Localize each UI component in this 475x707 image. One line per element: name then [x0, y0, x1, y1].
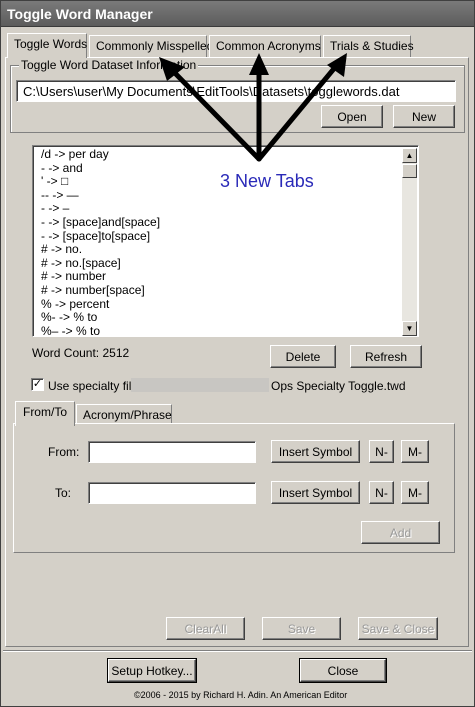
- tab-label: Acronym/Phrase: [83, 408, 172, 422]
- tab-toggle-words[interactable]: Toggle Words: [7, 33, 87, 58]
- tab-label: From/To: [22, 405, 67, 419]
- arrowhead-icon: [249, 53, 269, 75]
- from-input[interactable]: [88, 441, 256, 463]
- new-tabs-annotation: 3 New Tabs: [220, 171, 314, 191]
- list-item[interactable]: - -> [space]to[space]: [41, 229, 160, 244]
- close-button[interactable]: Close: [299, 658, 387, 683]
- arrow-to-trials-studies: [256, 62, 340, 162]
- list-item[interactable]: %- -> % to: [41, 311, 160, 325]
- refresh-button[interactable]: Refresh: [350, 345, 422, 368]
- clear-all-button[interactable]: ClearAll: [166, 617, 245, 640]
- m-minus-from-button[interactable]: M-: [401, 440, 429, 463]
- from-label: From:: [48, 445, 80, 459]
- to-input[interactable]: [88, 482, 256, 504]
- insert-symbol-from-button[interactable]: Insert Symbol: [271, 440, 360, 463]
- word-count: Word Count: 2512: [32, 346, 130, 360]
- add-button[interactable]: Add: [361, 521, 440, 544]
- specialty-file-label: Use specialty file:: [48, 379, 142, 393]
- n-minus-to-button[interactable]: N-: [369, 481, 394, 504]
- list-item[interactable]: % -> percent: [41, 297, 160, 312]
- scroll-down-arrow-icon[interactable]: ▼: [402, 321, 417, 336]
- save-and-close-button[interactable]: Save & Close: [358, 617, 438, 640]
- delete-button[interactable]: Delete: [270, 345, 336, 368]
- specialty-file-checkbox[interactable]: ✓: [31, 378, 44, 391]
- m-minus-to-button[interactable]: M-: [401, 481, 429, 504]
- list-item[interactable]: - -> –: [41, 202, 160, 216]
- specialty-file-name: Ops Specialty Toggle.twd: [271, 379, 406, 393]
- toggle-word-manager-window: Toggle Word Manager Toggle Words Commonl…: [0, 0, 475, 707]
- tab-from-to[interactable]: From/To: [15, 401, 75, 426]
- list-item[interactable]: %– -> % to: [41, 324, 160, 336]
- footer-separator: [3, 650, 472, 652]
- list-item[interactable]: # -> number[space]: [41, 283, 160, 298]
- list-item[interactable]: # -> number: [41, 270, 160, 284]
- list-item[interactable]: # -> no.[space]: [41, 256, 160, 271]
- save-button[interactable]: Save: [262, 617, 341, 640]
- redacted-path: [131, 378, 269, 392]
- copyright-text: ©2006 - 2015 by Richard H. Adin. An Amer…: [134, 690, 348, 700]
- n-minus-from-button[interactable]: N-: [369, 440, 394, 463]
- list-item[interactable]: - -> [space]and[space]: [41, 215, 160, 230]
- to-label: To:: [55, 486, 72, 500]
- list-item[interactable]: # -> no.: [41, 243, 160, 257]
- arrow-to-commonly-misspelled: [166, 64, 262, 162]
- setup-hotkey-button[interactable]: Setup Hotkey...: [107, 658, 197, 683]
- tab-label: Toggle Words: [14, 37, 88, 51]
- insert-symbol-to-button[interactable]: Insert Symbol: [271, 481, 360, 504]
